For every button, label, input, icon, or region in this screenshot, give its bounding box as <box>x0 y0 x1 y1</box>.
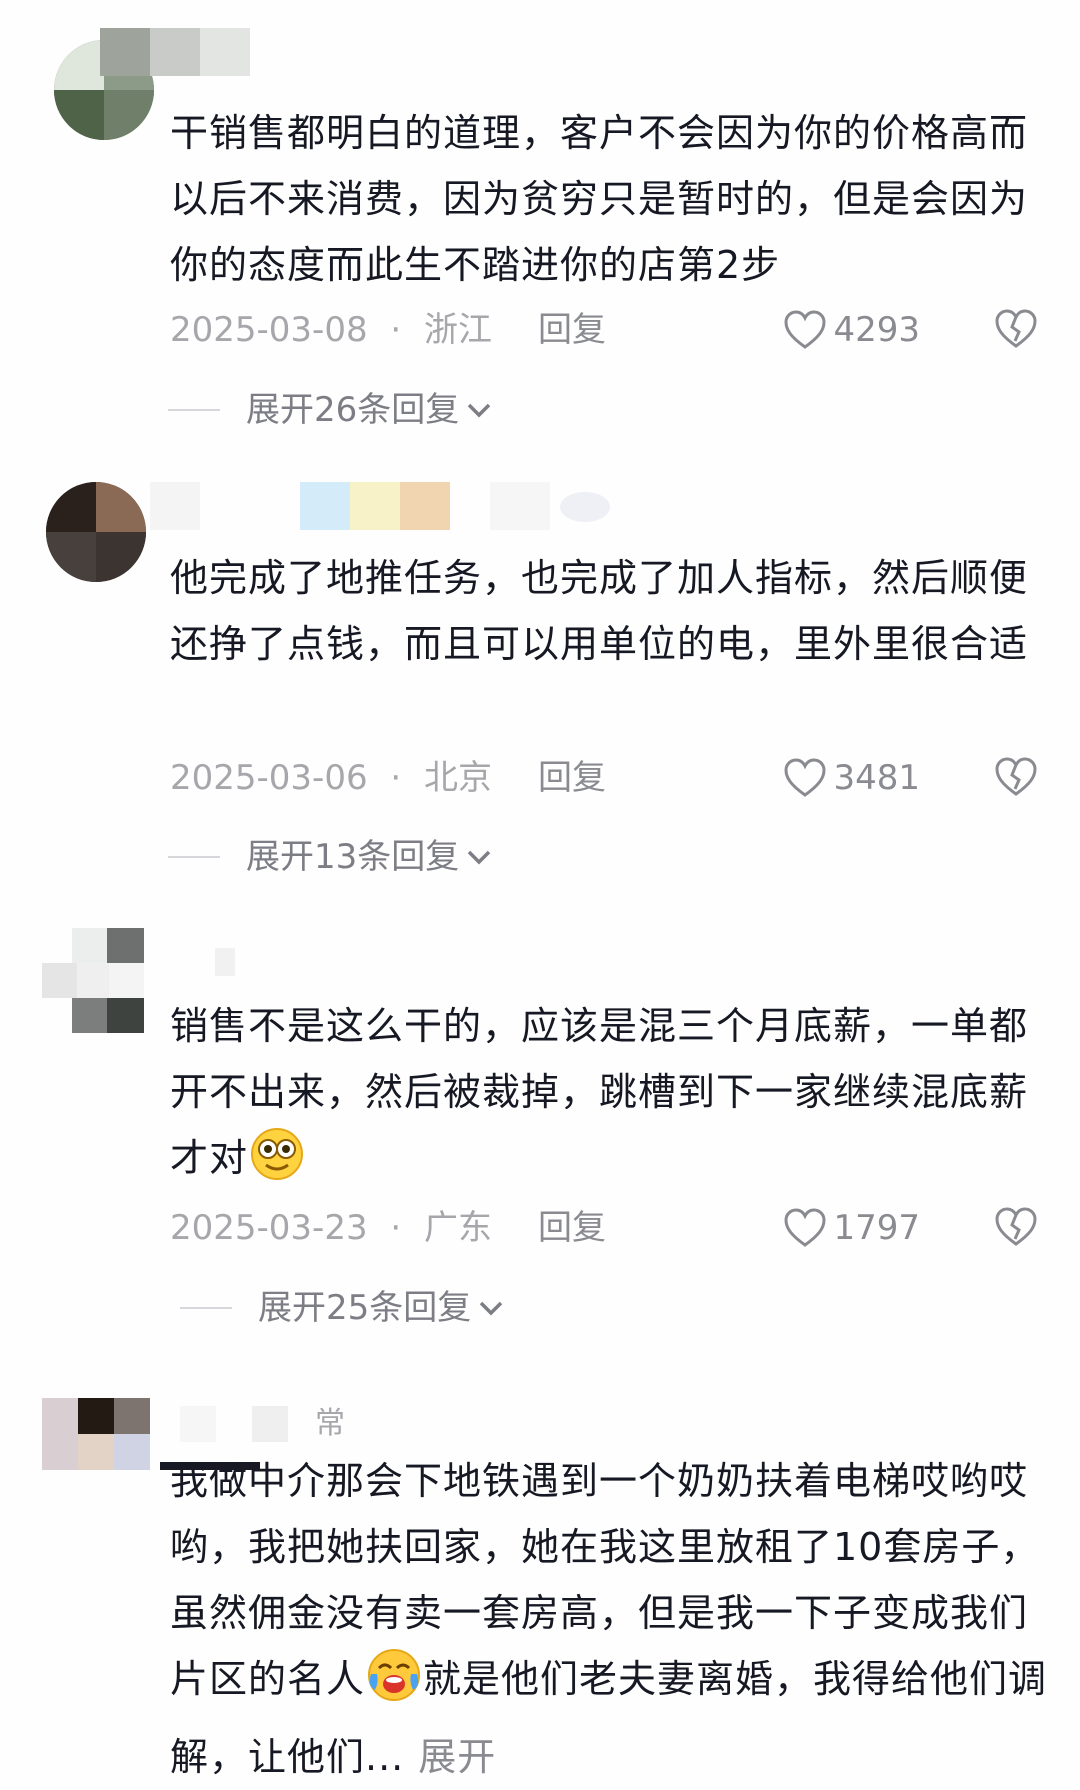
comment-location: 北京 <box>424 758 493 798</box>
like-count: 3481 <box>833 758 920 798</box>
divider <box>168 409 220 411</box>
reply-button[interactable]: 回复 <box>538 753 606 803</box>
username-fragment: 常 <box>315 1406 345 1441</box>
username[interactable] <box>100 28 250 76</box>
comment-text: 他完成了地推任务，也完成了加人指标，然后顺便还挣了点钱，而且可以用单位的电，里外… <box>170 556 1029 666</box>
chevron-down-icon <box>480 1301 503 1316</box>
comment-date: 2025-03-06 <box>170 758 368 798</box>
comment-date: 2025-03-08 <box>170 310 368 350</box>
reply-button[interactable]: 回复 <box>538 1203 606 1253</box>
divider <box>180 1307 232 1309</box>
username[interactable]: 常 <box>180 1400 345 1448</box>
comment-text: 干销售都明白的道理，客户不会因为你的价格高而以后不来消费，因为贫穷只是暂时的，但… <box>170 111 1029 287</box>
divider <box>168 856 220 858</box>
expand-replies-button[interactable]: 展开13条回复 <box>168 832 493 882</box>
smiley-emoji-icon <box>248 1125 306 1203</box>
avatar[interactable] <box>42 1398 152 1508</box>
like-count: 4293 <box>833 310 920 350</box>
broken-heart-icon <box>995 309 1037 348</box>
expand-replies-button[interactable]: 展开25条回复 <box>180 1283 505 1333</box>
like-count: 1797 <box>833 1208 920 1248</box>
chevron-down-icon <box>468 403 491 418</box>
chevron-down-icon <box>468 850 491 865</box>
expand-replies-button[interactable]: 展开26条回复 <box>168 385 493 435</box>
broken-heart-icon <box>995 757 1037 796</box>
comment-date: 2025-03-23 <box>170 1208 368 1248</box>
dislike-button[interactable] <box>994 309 1038 363</box>
comment-meta: 2025-03-08 · 浙江 回复 4293 <box>170 305 1040 355</box>
separator: · <box>390 758 402 798</box>
comment-meta: 2025-03-23 · 广东 回复 1797 <box>170 1203 1040 1253</box>
expand-replies-label: 展开26条回复 <box>246 390 460 430</box>
avatar[interactable] <box>42 928 152 1038</box>
comment-text: 我做中介那会下地铁遇到一个奶奶扶着电梯哎哟哎哟，我把她扶回家，她在我这里放租了1… <box>170 1448 1050 1790</box>
heart-icon <box>784 1208 826 1247</box>
like-button[interactable]: 3481 <box>783 753 920 803</box>
comment-location: 浙江 <box>424 310 493 350</box>
like-button[interactable]: 4293 <box>783 305 920 355</box>
dislike-button[interactable] <box>994 1207 1038 1261</box>
comment-text: 销售不是这么干的，应该是混三个月底薪，一单都开不出来，然后被裁掉，跳槽到下一家继… <box>170 993 1040 1203</box>
heart-icon <box>784 758 826 797</box>
like-button[interactable]: 1797 <box>783 1203 920 1253</box>
separator: · <box>390 310 402 350</box>
comment-location: 广东 <box>424 1208 493 1248</box>
avatar[interactable] <box>42 480 152 590</box>
dislike-button[interactable] <box>994 757 1038 811</box>
username[interactable] <box>150 482 610 530</box>
username[interactable] <box>215 938 245 986</box>
separator: · <box>390 1208 402 1248</box>
show-more-button[interactable]: 展开 <box>418 1735 496 1779</box>
comment-meta: 2025-03-06 · 北京 回复 3481 <box>170 753 1040 803</box>
broken-heart-icon <box>995 1207 1037 1246</box>
crying-laugh-emoji-icon <box>365 1646 423 1724</box>
heart-icon <box>784 310 826 349</box>
expand-replies-label: 展开25条回复 <box>258 1288 472 1328</box>
reply-button[interactable]: 回复 <box>538 305 606 355</box>
expand-replies-label: 展开13条回复 <box>246 837 460 877</box>
